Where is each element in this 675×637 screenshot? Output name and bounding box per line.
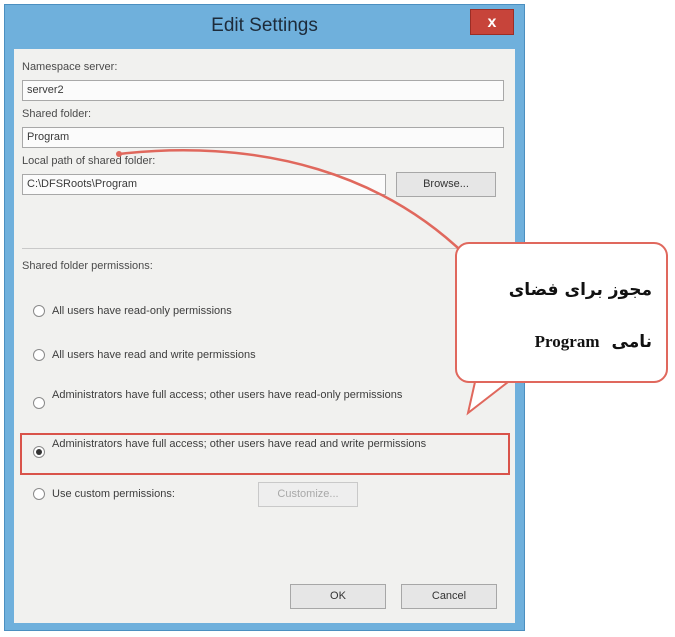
annotation-arrow-curve	[118, 149, 506, 301]
callout-tail	[466, 381, 511, 416]
callout-line-1: مجوز برای فضای	[508, 280, 652, 300]
annotation-callout: مجوز برای فضای Program نامی	[455, 242, 668, 383]
callout-program-word: Program	[534, 332, 600, 351]
callout-name-word: نامی	[611, 332, 653, 352]
callout-line-2: Program نامی	[535, 332, 652, 352]
